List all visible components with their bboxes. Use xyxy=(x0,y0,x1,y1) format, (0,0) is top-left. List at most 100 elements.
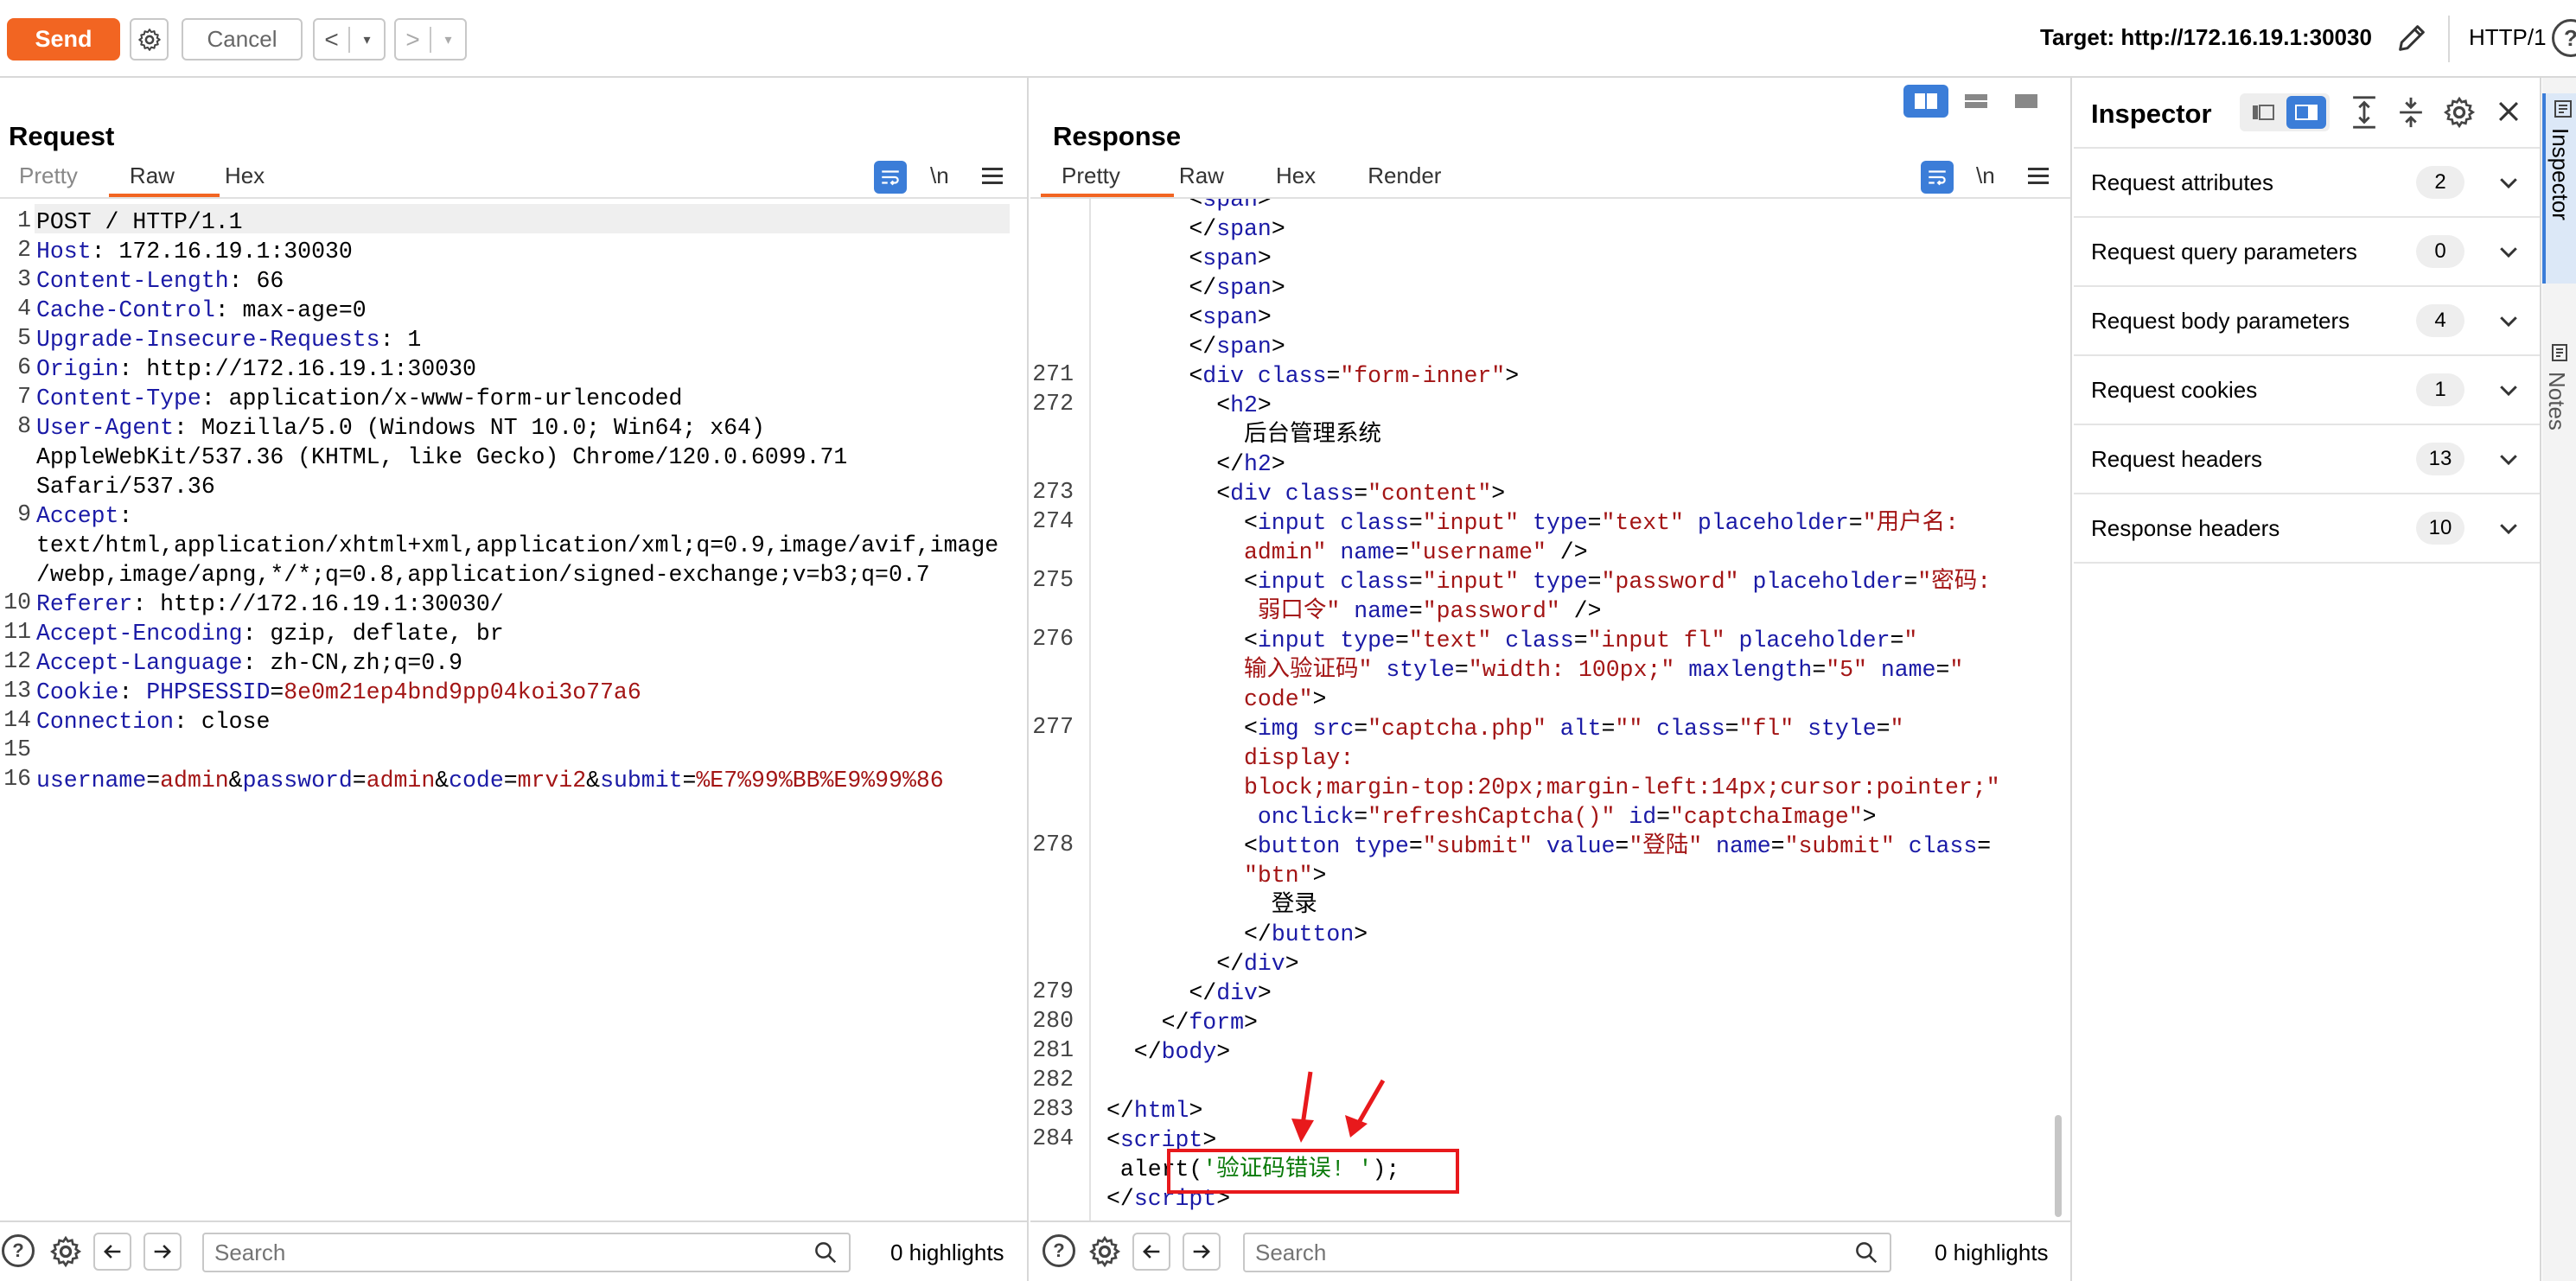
header-value: 172.16.19.1:30030 xyxy=(105,239,353,264)
punct: < xyxy=(1244,510,1258,536)
tab-hex[interactable]: Hex xyxy=(225,163,290,197)
side-tab-notes[interactable]: Notes xyxy=(2542,337,2576,510)
param-separator: & xyxy=(435,768,450,793)
request-title: Request xyxy=(9,121,115,151)
tag-name: span xyxy=(1202,199,1258,213)
close-icon xyxy=(2498,101,2519,122)
edit-target-button[interactable] xyxy=(2394,21,2429,55)
search-prev-button[interactable] xyxy=(93,1233,131,1271)
chevron-down-icon[interactable] xyxy=(2496,239,2522,264)
word-wrap-toggle[interactable] xyxy=(1921,161,1954,194)
header-colon: : xyxy=(242,621,257,647)
response-editor[interactable]: <span> </span> <span> </span> <span> </span> 2… xyxy=(1030,199,2070,1220)
http-version-label[interactable]: HTTP/1 xyxy=(2469,24,2547,51)
attr-name: placeholder xyxy=(1752,569,1904,595)
header-colon: : xyxy=(214,297,229,323)
layout-single-button[interactable] xyxy=(2004,85,2049,118)
inspector-section[interactable]: Request query parameters 0 xyxy=(2074,218,2540,287)
code-line: 登录 xyxy=(1272,890,1317,920)
tab-hex[interactable]: Hex xyxy=(1276,163,1368,197)
search-input[interactable] xyxy=(202,1233,851,1272)
inspector-list-view-button[interactable] xyxy=(2243,96,2283,129)
layout-side-by-side-button[interactable] xyxy=(1903,85,1948,118)
code-line: <button type="submit" value="登陆" name="s… xyxy=(1244,832,1991,861)
punct: = xyxy=(1354,481,1368,507)
word-wrap-toggle[interactable] xyxy=(874,161,907,194)
punct: < xyxy=(1189,363,1203,389)
line-number: 275 xyxy=(1032,567,1074,593)
punct: alert( xyxy=(1119,1157,1203,1182)
search-input[interactable] xyxy=(1243,1233,1891,1272)
chevron-down-icon[interactable] xyxy=(2496,169,2522,195)
inspector-section[interactable]: Request headers 13 xyxy=(2074,425,2540,494)
close-inspector-button[interactable] xyxy=(2494,97,2523,131)
newline-toggle[interactable]: \n xyxy=(1976,163,1995,189)
layout-stacked-button[interactable] xyxy=(1954,85,1999,118)
search-next-button[interactable] xyxy=(143,1233,182,1271)
code-line: <input class="input" type="text" placeho… xyxy=(1244,508,1959,538)
punct: /> xyxy=(1559,598,1602,624)
help-icon[interactable]: ? xyxy=(1043,1234,1075,1267)
tab-pretty[interactable]: Pretty xyxy=(19,163,130,197)
punct: < xyxy=(1189,304,1203,330)
menu-icon[interactable] xyxy=(982,168,1003,185)
attr-value: "密码: xyxy=(1917,569,1992,595)
line-number: 282 xyxy=(1032,1067,1074,1093)
inspector-settings-button[interactable] xyxy=(2442,95,2477,134)
columns-icon xyxy=(1915,93,1937,109)
menu-icon[interactable] xyxy=(2028,168,2049,185)
gear-icon xyxy=(49,1235,82,1268)
attr-value: "input fl" xyxy=(1587,628,1725,653)
chevron-down-icon[interactable] xyxy=(2496,308,2522,334)
param-value: %E7%99%BB%E9%99%86 xyxy=(696,768,944,793)
search-settings-button[interactable] xyxy=(1087,1234,1122,1273)
punct: = xyxy=(1408,598,1423,624)
history-forward-button[interactable]: > ▾ xyxy=(394,18,467,61)
header-colon: : xyxy=(242,650,257,676)
inspector-section[interactable]: Request body parameters 4 xyxy=(2074,287,2540,356)
tab-render[interactable]: Render xyxy=(1368,163,1467,197)
inspector-section[interactable]: Request attributes 2 xyxy=(2074,149,2540,218)
help-icon[interactable]: ? xyxy=(2552,19,2576,57)
search-next-button[interactable] xyxy=(1183,1233,1221,1271)
forward-dropdown-icon[interactable]: ▾ xyxy=(431,31,465,48)
inspector-section[interactable]: Request cookies 1 xyxy=(2074,356,2540,425)
vertical-scrollbar[interactable] xyxy=(2055,1115,2062,1217)
collapse-all-button[interactable] xyxy=(2395,95,2426,134)
settings-button[interactable] xyxy=(130,18,169,61)
tab-raw[interactable]: Raw xyxy=(108,163,225,197)
inspector-section-label: Response headers xyxy=(2091,515,2280,541)
inspector-side-view-button[interactable] xyxy=(2286,96,2326,129)
chevron-down-icon[interactable] xyxy=(2496,446,2522,472)
request-editor[interactable]: 1 POST / HTTP/1.1 2 Host: 172.16.19.1:30030… xyxy=(0,204,1027,1155)
tab-pretty[interactable]: Pretty xyxy=(1041,163,1179,197)
history-back-button[interactable]: < ▾ xyxy=(313,18,386,61)
attr-name: alt xyxy=(1559,716,1602,742)
punct: > xyxy=(1216,1039,1231,1065)
expand-all-button[interactable] xyxy=(2349,95,2380,134)
newline-toggle[interactable]: \n xyxy=(930,163,949,189)
side-view-icon xyxy=(2295,105,2318,120)
back-dropdown-icon[interactable]: ▾ xyxy=(350,31,384,48)
punct xyxy=(1244,804,1258,830)
chevron-down-icon[interactable] xyxy=(2496,377,2522,403)
search-settings-button[interactable] xyxy=(48,1234,83,1273)
search-prev-button[interactable] xyxy=(1132,1233,1170,1271)
attr-name: placeholder xyxy=(1738,628,1891,653)
target-label: Target: http://172.16.19.1:30030 xyxy=(2040,24,2372,50)
param-eq: = xyxy=(682,768,697,793)
chevron-down-icon[interactable] xyxy=(2496,515,2522,541)
help-icon[interactable]: ? xyxy=(2,1234,35,1267)
side-tab-inspector[interactable]: Inspector xyxy=(2542,93,2576,284)
tab-raw[interactable]: Raw xyxy=(1179,163,1276,197)
punct xyxy=(1684,510,1698,536)
attr-value: "btn" xyxy=(1244,863,1313,889)
cancel-button[interactable]: Cancel xyxy=(182,18,303,61)
punct: = xyxy=(1935,657,1950,683)
send-button[interactable]: Send xyxy=(7,18,120,61)
header-colon: : xyxy=(379,327,394,353)
attr-value: "captchaImage" xyxy=(1670,804,1863,830)
punct: = xyxy=(1587,510,1602,536)
attr-name: name xyxy=(1716,833,1771,859)
inspector-section[interactable]: Response headers 10 xyxy=(2074,494,2540,564)
